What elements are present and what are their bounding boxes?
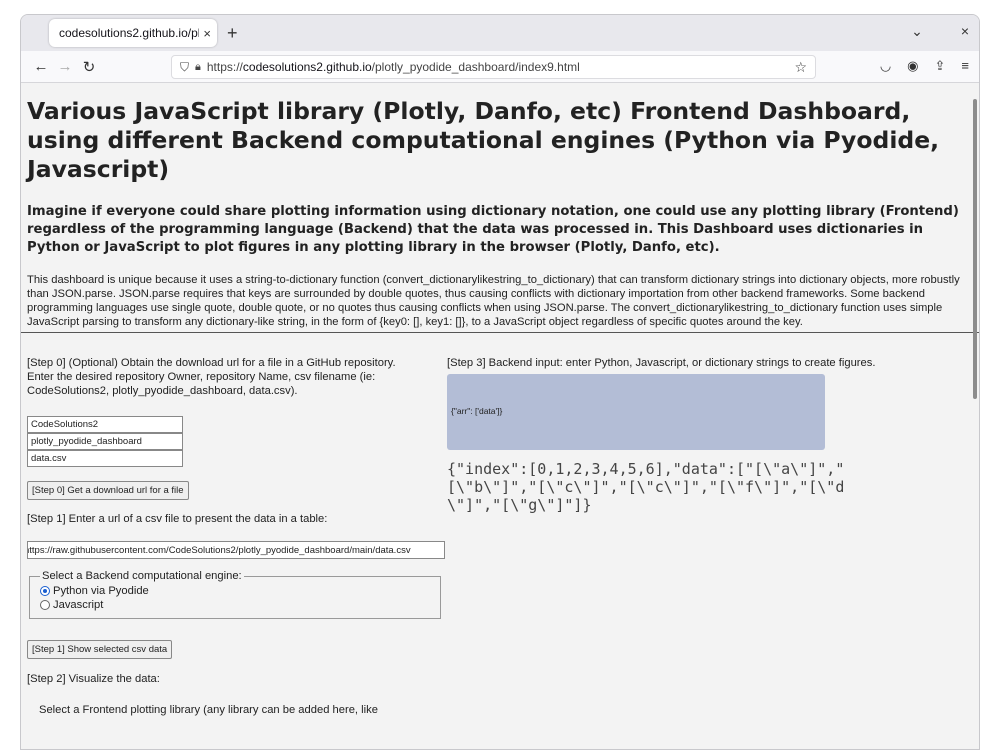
back-arrow-icon[interactable]: ← — [29, 58, 53, 75]
step3-instructions: [Step 3] Backend input: enter Python, Ja… — [447, 357, 876, 369]
browser-window: codesolutions2.github.io/plo × + ⌄ × ← →… — [20, 14, 980, 750]
share-icon[interactable]: ⇪ — [935, 58, 946, 74]
menu-icon[interactable]: ≡ — [961, 58, 969, 74]
plotting-library-text: Select a Frontend plotting library (any … — [39, 704, 378, 716]
get-download-url-button[interactable]: [Step 0] Get a download url for a file — [27, 481, 189, 500]
url-text[interactable]: https://codesolutions2.github.io/plotly_… — [207, 60, 795, 74]
page-scrollbar[interactable] — [973, 99, 977, 399]
tab-close-icon[interactable]: × — [203, 26, 211, 41]
tracking-shield-icon[interactable]: ⛉ — [180, 60, 189, 75]
browser-tab[interactable]: codesolutions2.github.io/plo × — [49, 19, 217, 47]
page-title: Various JavaScript library (Plotly, Danf… — [27, 97, 940, 183]
lock-icon[interactable]: 🔒︎ — [195, 61, 201, 74]
step0-inputs: CodeSolutions2 plotly_pyodide_dashboard … — [27, 416, 452, 467]
window-close-icon[interactable]: × — [961, 23, 969, 40]
account-icon[interactable]: ◉ — [907, 58, 918, 74]
navigation-bar: ← → ↻ ⛉ 🔒︎ https://codesolutions2.github… — [21, 51, 979, 83]
reload-icon[interactable]: ↻ — [77, 58, 101, 76]
url-host: codesolutions2.github.io — [242, 60, 372, 74]
address-bar[interactable]: ⛉ 🔒︎ https://codesolutions2.github.io/pl… — [171, 55, 816, 79]
step1-instructions: [Step 1] Enter a url of a csv file to pr… — [27, 513, 328, 525]
radio-unchecked-icon[interactable] — [40, 600, 50, 610]
csv-url-value: https://raw.githubusercontent.com/CodeSo… — [27, 545, 411, 556]
pocket-icon[interactable]: ◡ — [880, 58, 891, 74]
engine-option-pyodide[interactable]: Python via Pyodide — [40, 584, 430, 598]
tab-title: codesolutions2.github.io/plo — [59, 26, 200, 40]
bookmark-star-icon[interactable]: ☆ — [794, 59, 807, 76]
window-controls: ⌄ × — [911, 23, 969, 40]
url-path: /plotly_pyodide_dashboard/index9.html — [371, 60, 580, 74]
engine-option-label: Javascript — [53, 599, 104, 611]
intro-paragraph: This dashboard is unique because it uses… — [27, 274, 960, 328]
engine-option-label: Python via Pyodide — [53, 585, 149, 597]
csv-filename-input[interactable]: data.csv — [27, 450, 183, 467]
toolbar-right: ◡ ◉ ⇪ ≡ — [880, 58, 969, 74]
repo-owner-input[interactable]: CodeSolutions2 — [27, 416, 183, 433]
page-subtitle: Imagine if everyone could share plotting… — [27, 204, 959, 255]
csv-url-input[interactable]: https://raw.githubusercontent.com/CodeSo… — [27, 541, 445, 559]
radio-checked-icon[interactable] — [40, 586, 50, 596]
forward-arrow-icon[interactable]: → — [53, 58, 77, 75]
engine-option-javascript[interactable]: Javascript — [40, 598, 430, 612]
engine-fieldset: Select a Backend computational engine: P… — [29, 570, 441, 619]
engine-legend: Select a Backend computational engine: — [42, 570, 242, 582]
step0-instructions: [Step 0] (Optional) Obtain the download … — [27, 357, 396, 397]
tab-strip: codesolutions2.github.io/plo × + ⌄ × — [21, 15, 979, 51]
backend-input-textarea[interactable]: {"arr": ['data']} — [447, 374, 825, 450]
backend-output: {"index":[0,1,2,3,4,5,6],"data":["[\"a\"… — [447, 460, 845, 514]
page-content: Various JavaScript library (Plotly, Danf… — [21, 83, 979, 749]
show-csv-data-button[interactable]: [Step 1] Show selected csv data — [27, 640, 173, 659]
left-column: [Step 0] (Optional) Obtain the download … — [27, 333, 452, 717]
repo-name-input[interactable]: plotly_pyodide_dashboard — [27, 433, 183, 450]
new-tab-button[interactable]: + — [227, 23, 238, 44]
right-column: [Step 3] Backend input: enter Python, Ja… — [447, 333, 887, 514]
step2-instructions: [Step 2] Visualize the data: — [27, 673, 160, 685]
list-all-tabs-icon[interactable]: ⌄ — [911, 23, 923, 40]
url-prefix: https:// — [206, 60, 243, 74]
